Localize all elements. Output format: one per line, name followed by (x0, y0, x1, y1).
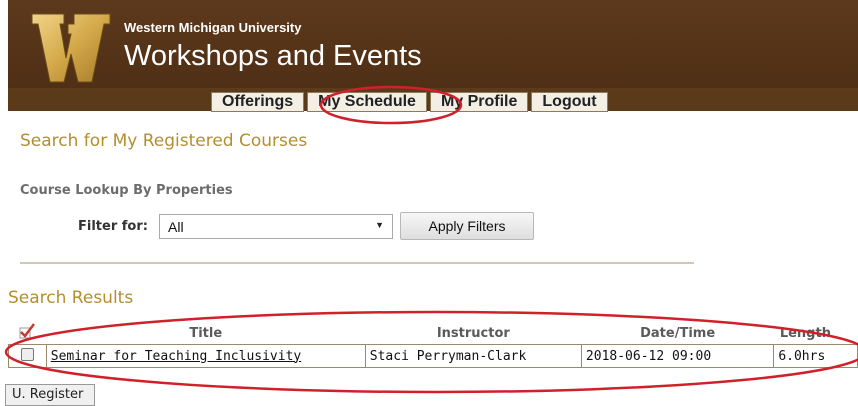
highlight-ellipse-nav (319, 85, 463, 125)
highlight-ellipse-results (4, 310, 858, 394)
annotation-overlay (4, 85, 858, 394)
